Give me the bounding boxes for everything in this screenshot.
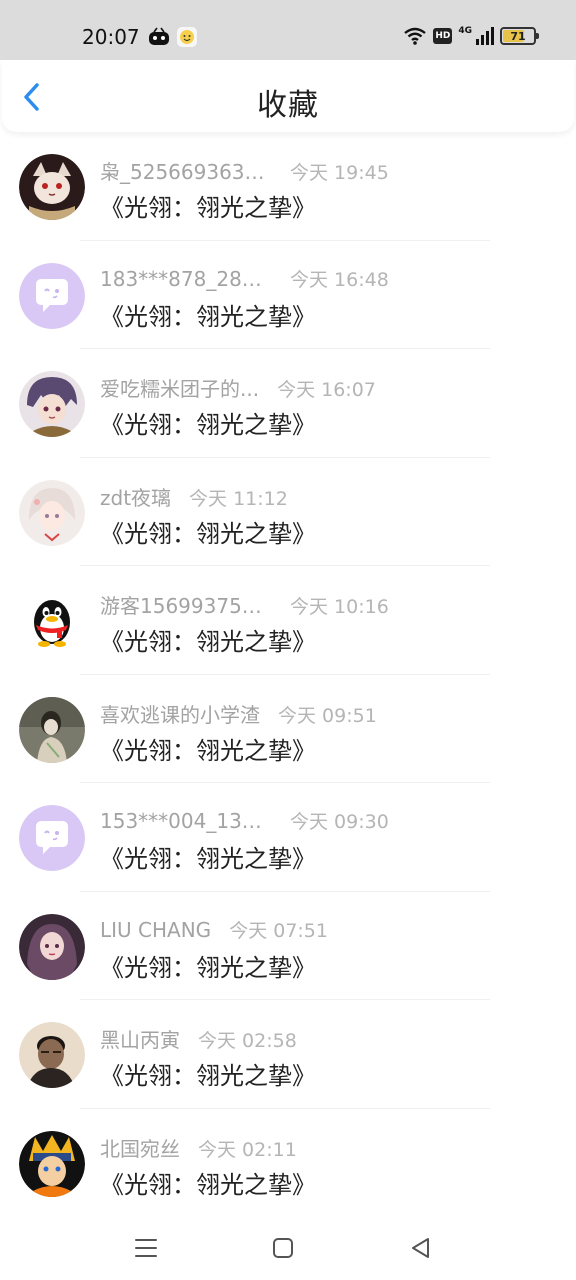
list-item[interactable]: LIU CHANG 今天 07:51 《光翎：翎光之挚》 <box>0 892 576 1000</box>
avatar[interactable] <box>19 1022 85 1088</box>
timestamp: 今天 07:51 <box>229 919 328 942</box>
item-meta: 枭_5256693633... 今天 19:45 <box>100 156 389 185</box>
battery-level: 71 <box>510 29 526 43</box>
book-title: 《光翎：翎光之挚》 <box>100 302 316 331</box>
avatar[interactable] <box>19 371 85 437</box>
list-item[interactable]: zdt夜璃 今天 11:12 《光翎：翎光之挚》 <box>0 458 576 566</box>
battery-icon: 71 <box>500 27 539 45</box>
book-title: 《光翎：翎光之挚》 <box>100 845 316 873</box>
timestamp: 今天 19:45 <box>290 162 389 184</box>
username: 枭_5256693633... <box>100 160 272 184</box>
status-icons: HD 4G 71 <box>403 24 539 48</box>
timestamp: 今天 09:30 <box>290 811 389 833</box>
item-meta: 黑山丙寅 今天 02:58 <box>100 1024 297 1053</box>
item-meta: 北国宛丝 今天 02:11 <box>100 1133 297 1162</box>
username: 183***878_2819... <box>100 266 272 291</box>
username: 爱吃糯米团子的... <box>100 377 260 401</box>
username: LIU CHANG <box>100 917 212 942</box>
book-title: 《光翎：翎光之挚》 <box>100 1062 316 1090</box>
wifi-icon <box>404 27 427 45</box>
timestamp: 今天 02:11 <box>198 1138 297 1161</box>
book-title: 《光翎：翎光之挚》 <box>100 953 316 982</box>
favorites-list: 枭_5256693633... 今天 19:45 《光翎：翎光之挚》 183**… <box>0 132 576 1217</box>
avatar[interactable] <box>19 479 85 546</box>
book-title: 《光翎：翎光之挚》 <box>100 194 316 222</box>
username: zdt夜璃 <box>100 485 172 510</box>
smiley-app-icon <box>177 27 197 47</box>
item-meta: zdt夜璃 今天 11:12 <box>100 482 288 511</box>
book-title: 《光翎：翎光之挚》 <box>100 519 316 548</box>
menu-icon[interactable] <box>130 1232 162 1264</box>
book-title: 《光翎：翎光之挚》 <box>100 628 316 656</box>
avatar[interactable] <box>19 696 85 763</box>
timestamp: 今天 16:07 <box>277 379 376 401</box>
timestamp: 今天 09:51 <box>278 704 377 727</box>
status-time: 20:07 <box>82 25 140 49</box>
status-bar: 20:07 HD 4G 71 <box>0 0 576 60</box>
back-triangle-icon[interactable] <box>405 1232 437 1264</box>
hd-badge: HD <box>433 28 453 44</box>
book-title: 《光翎：翎光之挚》 <box>100 411 316 439</box>
username: 游客156993757... <box>100 594 272 618</box>
avatar[interactable] <box>19 1130 85 1197</box>
list-item[interactable]: 爱吃糯米团子的... 今天 16:07 《光翎：翎光之挚》 <box>0 349 576 458</box>
avatar[interactable] <box>19 805 85 871</box>
app-bar: 收藏 <box>2 60 574 132</box>
timestamp: 今天 10:16 <box>290 596 389 618</box>
list-item[interactable]: 喜欢逃课的小学渣 今天 09:51 《光翎：翎光之挚》 <box>0 675 576 783</box>
page-title: 收藏 <box>257 88 319 123</box>
list-item[interactable]: 黑山丙寅 今天 02:58 《光翎：翎光之挚》 <box>0 1000 576 1109</box>
book-title: 《光翎：翎光之挚》 <box>100 1170 316 1199</box>
timestamp: 今天 16:48 <box>290 268 389 291</box>
item-meta: LIU CHANG 今天 07:51 <box>100 916 328 943</box>
list-item[interactable]: 183***878_2819... 今天 16:48 《光翎：翎光之挚》 <box>0 241 576 349</box>
avatar[interactable] <box>19 262 85 329</box>
avatar[interactable] <box>19 154 85 220</box>
avatar[interactable] <box>19 588 85 654</box>
list-item[interactable]: 枭_5256693633... 今天 19:45 《光翎：翎光之挚》 <box>0 132 576 241</box>
timestamp: 今天 11:12 <box>189 487 288 510</box>
item-meta: 153***004_1341... 今天 09:30 <box>100 807 389 834</box>
list-item[interactable]: 153***004_1341... 今天 09:30 《光翎：翎光之挚》 <box>0 783 576 892</box>
item-meta: 游客156993757... 今天 10:16 <box>100 590 389 619</box>
item-meta: 爱吃糯米团子的... 今天 16:07 <box>100 373 376 402</box>
username: 喜欢逃课的小学渣 <box>100 702 260 727</box>
system-nav-bar <box>0 1216 576 1280</box>
list-item[interactable]: 北国宛丝 今天 02:11 《光翎：翎光之挚》 <box>0 1109 576 1217</box>
item-meta: 183***878_2819... 今天 16:48 <box>100 265 389 292</box>
book-title: 《光翎：翎光之挚》 <box>100 736 316 765</box>
timestamp: 今天 02:58 <box>198 1030 297 1052</box>
username: 153***004_1341... <box>100 809 272 833</box>
item-meta: 喜欢逃课的小学渣 今天 09:51 <box>100 699 377 728</box>
avatar[interactable] <box>19 913 85 980</box>
game-controller-icon <box>149 27 169 45</box>
list-item[interactable]: 游客156993757... 今天 10:16 《光翎：翎光之挚》 <box>0 566 576 675</box>
username: 北国宛丝 <box>100 1136 180 1161</box>
home-square-icon[interactable] <box>267 1232 299 1264</box>
username: 黑山丙寅 <box>100 1028 180 1052</box>
signal-icon: 4G <box>458 27 494 45</box>
